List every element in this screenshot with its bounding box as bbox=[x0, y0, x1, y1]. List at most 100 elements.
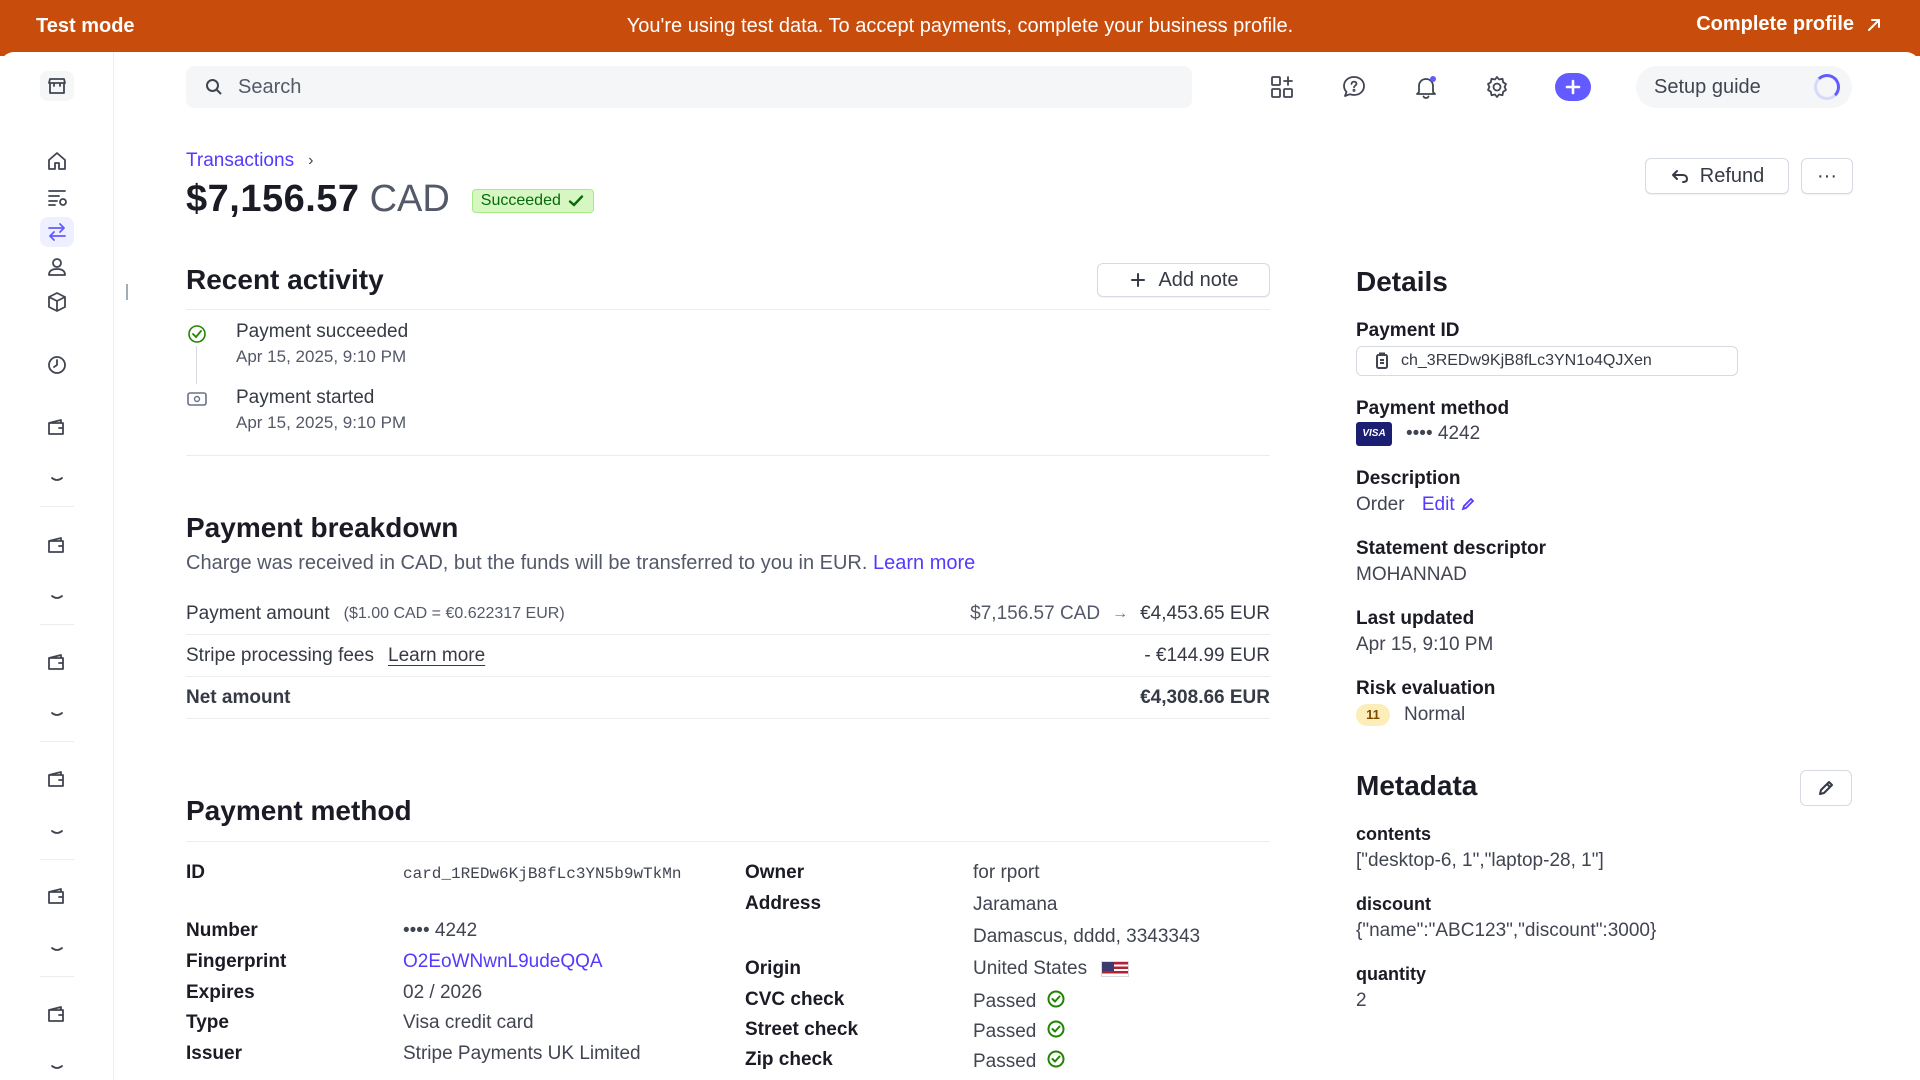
section-divider bbox=[186, 841, 1270, 842]
sidebar bbox=[0, 52, 114, 1080]
street-check-status: Passed bbox=[973, 1021, 1037, 1043]
edit-description-link[interactable]: Edit bbox=[1422, 494, 1476, 515]
sidebar-collapse-handle[interactable] bbox=[126, 284, 128, 300]
payment-currency: CAD bbox=[369, 178, 450, 220]
chevron-down-icon[interactable] bbox=[40, 817, 74, 847]
last-updated-value: Apr 15, 9:10 PM bbox=[1356, 634, 1494, 655]
activity-item-date: Apr 15, 2025, 9:10 PM bbox=[236, 347, 407, 366]
plus-icon bbox=[1565, 79, 1581, 95]
wallet-icon[interactable] bbox=[40, 999, 74, 1029]
more-icon: ··· bbox=[1817, 164, 1837, 187]
wallet-icon[interactable] bbox=[40, 881, 74, 911]
wallet-icon[interactable] bbox=[40, 412, 74, 442]
description-value: Order Edit bbox=[1356, 494, 1476, 516]
notifications-icon[interactable] bbox=[1410, 71, 1442, 103]
chevron-right-icon: › bbox=[308, 152, 314, 169]
settings-gear-icon[interactable] bbox=[1481, 71, 1513, 103]
sidebar-divider bbox=[40, 506, 74, 507]
check-circle-icon bbox=[1046, 989, 1066, 1015]
amount-original: $7,156.57 CAD bbox=[970, 602, 1101, 624]
search-input[interactable] bbox=[238, 75, 1138, 99]
search-icon bbox=[206, 79, 222, 95]
more-actions-button[interactable]: ··· bbox=[1801, 158, 1853, 194]
risk-level: Normal bbox=[1404, 704, 1466, 726]
cvc-check-label: CVC check bbox=[745, 989, 845, 1010]
exchange-rate: ($1.00 CAD = €0.622317 EUR) bbox=[343, 604, 565, 622]
transactions-icon[interactable] bbox=[40, 217, 74, 247]
edit-metadata-button[interactable] bbox=[1800, 770, 1852, 806]
row-label: Payment amount bbox=[186, 602, 330, 624]
payment-amount: $7,156.57 bbox=[186, 178, 360, 220]
card-number-value: •••• 4242 bbox=[403, 920, 478, 941]
progress-ring-icon bbox=[1814, 74, 1840, 100]
store-icon[interactable] bbox=[40, 71, 74, 101]
street-check-value: Passed bbox=[973, 1019, 1066, 1045]
risk-evaluation-value: 11 Normal bbox=[1356, 704, 1465, 726]
details-title: Details bbox=[1356, 266, 1448, 297]
street-check-label: Street check bbox=[745, 1019, 859, 1040]
row-label: Net amount bbox=[186, 686, 291, 708]
wallet-icon[interactable] bbox=[40, 764, 74, 794]
create-button[interactable] bbox=[1555, 73, 1591, 101]
help-icon[interactable] bbox=[1338, 71, 1370, 103]
cvc-check-status: Passed bbox=[973, 991, 1037, 1013]
description-label: Description bbox=[1356, 468, 1461, 489]
complete-profile-link[interactable]: Complete profile bbox=[1696, 13, 1884, 36]
metadata-key: quantity bbox=[1356, 964, 1426, 984]
origin-value: United States bbox=[973, 958, 1130, 980]
metadata-value: {"name":"ABC123","discount":3000} bbox=[1356, 920, 1657, 941]
fingerprint-link[interactable]: O2EoWNwnL9udeQQA bbox=[403, 951, 603, 973]
apps-icon[interactable] bbox=[1266, 71, 1298, 103]
fees-learn-more-link[interactable]: Learn more bbox=[388, 645, 485, 667]
chevron-down-icon[interactable] bbox=[40, 1052, 74, 1080]
clock-icon[interactable] bbox=[40, 350, 74, 380]
card-last4: •••• 4242 bbox=[1406, 423, 1481, 445]
home-icon[interactable] bbox=[40, 146, 74, 176]
copy-payment-id-button[interactable]: ch_3REDw9KjB8fLc3YN1o4QJXen bbox=[1356, 346, 1738, 376]
refund-button[interactable]: Refund bbox=[1645, 158, 1789, 194]
payment-breakdown-title: Payment breakdown bbox=[186, 512, 459, 543]
payment-id-label: Payment ID bbox=[1356, 320, 1460, 341]
chevron-down-icon[interactable] bbox=[40, 582, 74, 612]
payment-amount-header: $7,156.57 CAD Succeeded bbox=[186, 178, 594, 221]
address-line-1: Jaramana bbox=[973, 894, 1058, 915]
breadcrumb-transactions-link[interactable]: Transactions bbox=[186, 150, 294, 172]
sidebar-divider bbox=[40, 741, 74, 742]
metadata-key: discount bbox=[1356, 894, 1431, 914]
breakdown-row-fees: Stripe processing fees Learn more - €144… bbox=[186, 635, 1270, 677]
fingerprint-label: Fingerprint bbox=[186, 951, 287, 972]
products-icon[interactable] bbox=[40, 287, 74, 317]
issuer-value: Stripe Payments UK Limited bbox=[403, 1043, 641, 1064]
section-divider bbox=[186, 455, 1270, 456]
section-divider bbox=[186, 309, 1270, 310]
wallet-icon[interactable] bbox=[40, 530, 74, 560]
risk-evaluation-label: Risk evaluation bbox=[1356, 678, 1496, 699]
refund-button-label: Refund bbox=[1699, 164, 1765, 187]
chevron-down-icon[interactable] bbox=[40, 699, 74, 729]
search-bar[interactable] bbox=[186, 66, 1192, 108]
wallet-icon[interactable] bbox=[40, 647, 74, 677]
learn-more-link[interactable]: Learn more bbox=[873, 552, 975, 574]
owner-label: Owner bbox=[745, 862, 805, 883]
plus-icon bbox=[1131, 273, 1146, 287]
status-badge-label: Succeeded bbox=[480, 192, 561, 209]
metadata-value: 2 bbox=[1356, 990, 1367, 1011]
origin-country: United States bbox=[973, 958, 1088, 979]
chevron-down-icon[interactable] bbox=[40, 464, 74, 494]
breadcrumb: Transactions › bbox=[186, 150, 313, 172]
balances-icon[interactable] bbox=[40, 182, 74, 212]
address-label: Address bbox=[745, 893, 822, 914]
fee-amount: - €144.99 EUR bbox=[1144, 644, 1270, 666]
customers-icon[interactable] bbox=[40, 252, 74, 282]
add-note-button[interactable]: Add note bbox=[1097, 263, 1270, 297]
metadata-value: ["desktop-6, 1","laptop-28, 1"] bbox=[1356, 850, 1604, 871]
status-badge: Succeeded bbox=[471, 189, 594, 213]
card-id-value: card_1REDw6KjB8fLc3YN5b9wTkMn bbox=[403, 865, 682, 883]
chevron-down-icon[interactable] bbox=[40, 934, 74, 964]
zip-check-value: Passed bbox=[973, 1049, 1066, 1075]
currency-conversion-note: Charge was received in CAD, but the fund… bbox=[186, 552, 975, 575]
setup-guide-label: Setup guide bbox=[1654, 75, 1761, 98]
activity-item-title: Payment succeeded bbox=[236, 321, 409, 342]
setup-guide-button[interactable]: Setup guide bbox=[1636, 66, 1852, 108]
checkmark-icon bbox=[568, 195, 584, 207]
